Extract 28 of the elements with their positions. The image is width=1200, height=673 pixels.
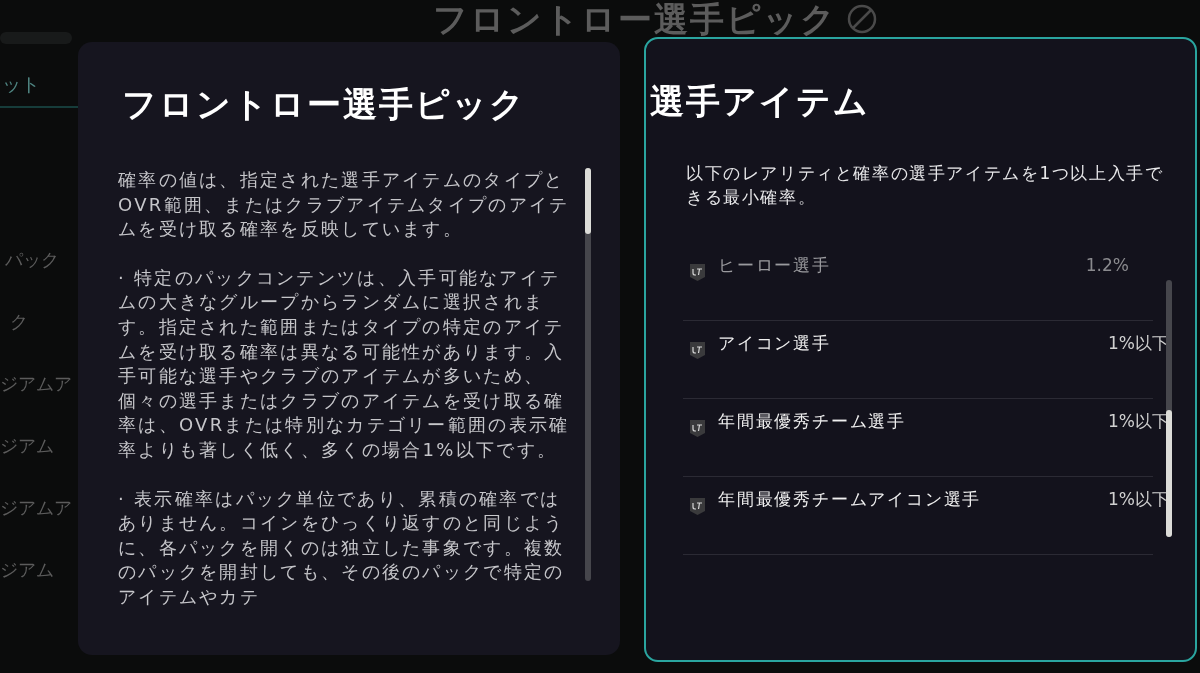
sidebar-item[interactable]: ジアム — [0, 434, 78, 458]
untradeable-icon — [847, 4, 877, 34]
shield-badge-icon — [689, 341, 706, 360]
info-paragraph: · 特定のパックコンテンツは、入手可能なアイテムの大きなグループからランダムに選択されます。指定された範囲またはタイプの特定のアイテムを受け取る確率は異なる可能性があります。入手可能な選手やクラブのアイテムが多いため、個々の選手またはクラブのアイテムを受け取る確率は、OVRまたは特別なカテゴリー範囲の表示確率よりも著しく低く、多くの場合1%以下です。 — [118, 265, 571, 462]
info-paragraph: 確率の値は、指定された選手アイテムのタイプとOVR範囲、またはクラブアイテムタイプのアイテムを受け取る確率を反映しています。 — [118, 168, 571, 242]
panel-title: 選手アイテム — [650, 80, 871, 123]
row-label: 年間最優秀チームアイコン選手 — [718, 488, 983, 511]
odds-value: 1%以下 — [1108, 488, 1169, 511]
odds-value: 1%以下 — [1108, 332, 1169, 355]
sidebar-item[interactable]: ジアムア — [0, 372, 78, 396]
info-paragraph: · 表示確率はパック単位であり、累積の確率ではありません。コインをひっくり返すのと同じように、各パックを開くのは独立した事象です。複数のパックを開封しても、その後のパックで特定のアイテムやカテ — [118, 486, 566, 609]
sidebar-item[interactable]: ジアム — [0, 558, 78, 582]
odds-value: 1%以下 — [1108, 410, 1169, 433]
scrollbar[interactable] — [585, 168, 591, 581]
sidebar-item[interactable]: パック — [0, 248, 78, 272]
row-label: アイコン選手 — [718, 332, 832, 355]
scrollbar[interactable] — [1166, 280, 1172, 537]
shield-badge-icon — [689, 497, 706, 516]
row-label: ヒーロー選手 — [718, 254, 832, 277]
background-title: フロントロー選手ピック — [433, 1, 837, 37]
shield-badge-icon — [689, 263, 706, 282]
panel-title: フロントロー選手ピック — [122, 83, 527, 126]
row-label: 年間最優秀チーム選手 — [718, 410, 907, 433]
description-text: 以下のレアリティと確率の選手アイテムを1つ以上入手できる最小確率。 — [686, 162, 1165, 209]
sidebar-item[interactable]: ジアムア — [0, 496, 78, 520]
odds-value: 1.2% — [1085, 254, 1129, 277]
sidebar-item[interactable]: ク — [0, 310, 78, 334]
shield-badge-icon — [689, 419, 706, 438]
